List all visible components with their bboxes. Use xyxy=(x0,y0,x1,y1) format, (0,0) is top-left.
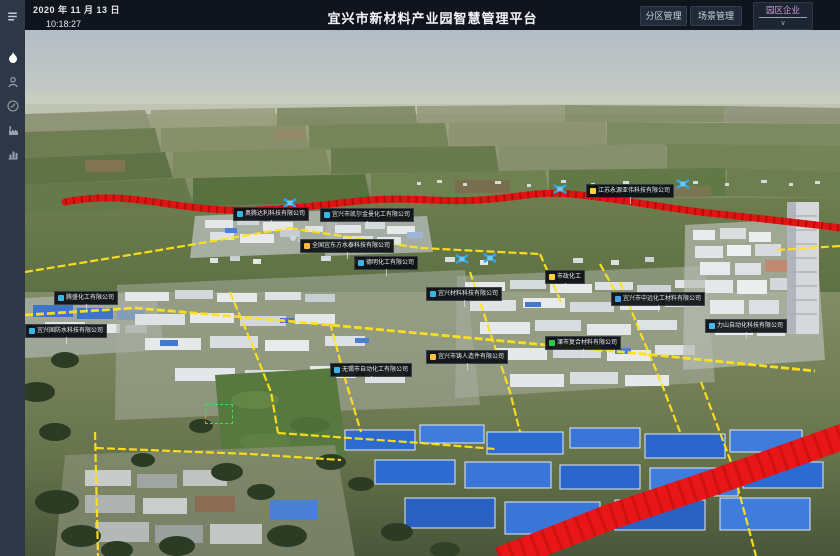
dropdown-label: 园区企业 xyxy=(766,4,800,16)
flame-icon[interactable] xyxy=(0,46,25,70)
marker-icon xyxy=(58,295,64,301)
company-label[interactable]: 腾盛化工有限公司 xyxy=(54,291,118,305)
marker-icon xyxy=(29,328,35,334)
company-label-text: 宜兴市中远化工材料有限公司 xyxy=(623,294,701,305)
gauge-icon[interactable] xyxy=(0,94,25,118)
bar-chart-icon[interactable] xyxy=(0,142,25,166)
scene-management-button[interactable]: 场景管理 xyxy=(690,6,742,26)
date-text: 2020 年 11 月 13 日 xyxy=(33,3,120,16)
marker-icon xyxy=(237,211,243,217)
menu-icon[interactable] xyxy=(0,4,25,28)
app-window: 2020 年 11 月 13 日 10:18:27 宜兴市新材料产业园智慧管理平… xyxy=(0,0,840,556)
marker-icon xyxy=(549,274,555,280)
marker-icon xyxy=(709,323,715,329)
company-label-text: 溧市复合材料有限公司 xyxy=(557,338,617,349)
factory-icon[interactable] xyxy=(0,118,25,142)
company-label[interactable]: 宜兴材料科技有限公司 xyxy=(426,287,502,301)
marker-icon xyxy=(430,354,436,360)
company-label[interactable]: 溧市复合材料有限公司 xyxy=(545,336,621,350)
company-label-text: 宜兴市凯尔金曼化工有限公司 xyxy=(332,210,410,221)
company-label-text: 宜兴国防水科技有限公司 xyxy=(37,326,103,337)
company-label[interactable]: 宜兴国防水科技有限公司 xyxy=(25,324,107,338)
company-label-text: 江苏永源亚伟科技有限公司 xyxy=(598,186,670,197)
chevron-down-icon: ∨ xyxy=(780,20,785,27)
marker-icon xyxy=(358,260,364,266)
company-label[interactable]: 宜兴市中远化工材料有限公司 xyxy=(611,292,705,306)
marker-icon xyxy=(304,243,310,249)
park-enterprise-dropdown[interactable]: 园区企业 ∨ xyxy=(753,2,813,30)
page-title: 宜兴市新材料产业园智慧管理平台 xyxy=(327,8,537,27)
company-label[interactable]: 德明化工有限公司 xyxy=(354,256,418,270)
top-bar: 2020 年 11 月 13 日 10:18:27 宜兴市新材料产业园智慧管理平… xyxy=(25,0,840,30)
datetime: 2020 年 11 月 13 日 10:18:27 xyxy=(33,3,120,29)
company-label[interactable]: 力山自动化科技有限公司 xyxy=(705,319,787,333)
user-icon[interactable] xyxy=(0,70,25,94)
marker-icon xyxy=(549,340,555,346)
company-label[interactable]: 全国宜东方水泰科技有限公司 xyxy=(300,239,394,253)
company-label-text: 市政化工 xyxy=(557,272,581,283)
company-label-text: 腾盛化工有限公司 xyxy=(66,293,114,304)
company-label[interactable]: 宜兴市铸人造件有限公司 xyxy=(426,350,508,364)
marker-icon xyxy=(324,212,330,218)
zone-management-button[interactable]: 分区管理 xyxy=(640,6,687,26)
marker-icon xyxy=(430,291,436,297)
company-label-text: 宜兴市铸人造件有限公司 xyxy=(438,352,504,363)
building-cluster-rightcenter xyxy=(455,266,715,398)
company-label-text: 奥腾达利科技有限公司 xyxy=(245,209,305,220)
company-label[interactable]: 奥腾达利科技有限公司 xyxy=(233,207,309,221)
company-label[interactable]: 宜兴市凯尔金曼化工有限公司 xyxy=(320,208,414,222)
company-label[interactable]: 市政化工 xyxy=(545,270,585,284)
company-label-text: 宜兴材料科技有限公司 xyxy=(438,289,498,300)
company-label-text: 无锡市自动化工有限公司 xyxy=(342,365,408,376)
marker-icon xyxy=(615,296,621,302)
dropdown-underline xyxy=(759,17,807,18)
company-label-text: 力山自动化科技有限公司 xyxy=(717,321,783,332)
company-label-text: 德明化工有限公司 xyxy=(366,258,414,269)
marker-icon xyxy=(334,367,340,373)
company-label-text: 全国宜东方水泰科技有限公司 xyxy=(312,241,390,252)
company-label[interactable]: 无锡市自动化工有限公司 xyxy=(330,363,412,377)
company-label[interactable]: 江苏永源亚伟科技有限公司 xyxy=(586,184,674,198)
sidebar xyxy=(0,0,25,556)
marker-icon xyxy=(590,188,596,194)
time-text: 10:18:27 xyxy=(33,19,120,29)
selection-box xyxy=(205,404,233,424)
